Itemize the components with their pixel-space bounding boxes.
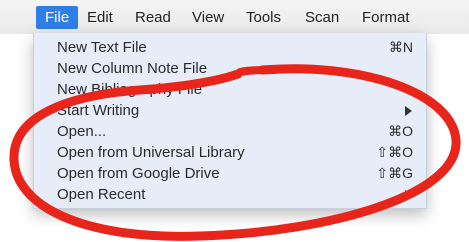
menu-item-label: Open... — [57, 123, 107, 140]
menu-item-label: Open Recent — [57, 186, 146, 203]
menu-item-open-recent[interactable]: Open Recent — [34, 184, 426, 205]
submenu-arrow-icon — [405, 190, 412, 200]
menu-item-start-writing[interactable]: Start Writing — [34, 100, 426, 121]
menu-tools[interactable]: Tools — [246, 7, 281, 28]
menu-format[interactable]: Format — [362, 7, 410, 28]
shortcut-label: ⇧⌘O — [376, 144, 413, 160]
menu-edit[interactable]: Edit — [87, 7, 113, 28]
menu-item-new-bibliography-file[interactable]: New Bibliography File — [34, 79, 426, 100]
menu-read[interactable]: Read — [135, 7, 171, 28]
submenu-arrow-icon — [405, 106, 412, 116]
shortcut-label: ⇧⌘G — [376, 165, 413, 181]
menu-item-label: Open from Universal Library — [57, 144, 245, 161]
menu-item-label: New Bibliography File — [57, 81, 203, 98]
menu-scan[interactable]: Scan — [305, 7, 339, 28]
file-menu-dropdown: New Text File ⌘N New Column Note File Ne… — [33, 33, 427, 209]
menu-item-open-universal-library[interactable]: Open from Universal Library ⇧⌘O — [34, 142, 426, 163]
menu-item-open[interactable]: Open... ⌘O — [34, 121, 426, 142]
menu-item-label: New Column Note File — [57, 60, 208, 77]
menu-item-label: Open from Google Drive — [57, 165, 220, 182]
menu-item-new-column-note-file[interactable]: New Column Note File — [34, 58, 426, 79]
menu-item-label: Start Writing — [57, 102, 140, 119]
menu-item-new-text-file[interactable]: New Text File ⌘N — [34, 37, 426, 58]
menu-file[interactable]: File — [36, 6, 79, 29]
shortcut-label: ⌘N — [388, 39, 413, 55]
menu-item-label: New Text File — [57, 39, 147, 56]
menu-view[interactable]: View — [192, 7, 224, 28]
menu-item-open-google-drive[interactable]: Open from Google Drive ⇧⌘G — [34, 163, 426, 184]
shortcut-label: ⌘O — [388, 123, 413, 139]
menu-bar: File Edit Read View Tools Scan Format — [0, 0, 469, 34]
